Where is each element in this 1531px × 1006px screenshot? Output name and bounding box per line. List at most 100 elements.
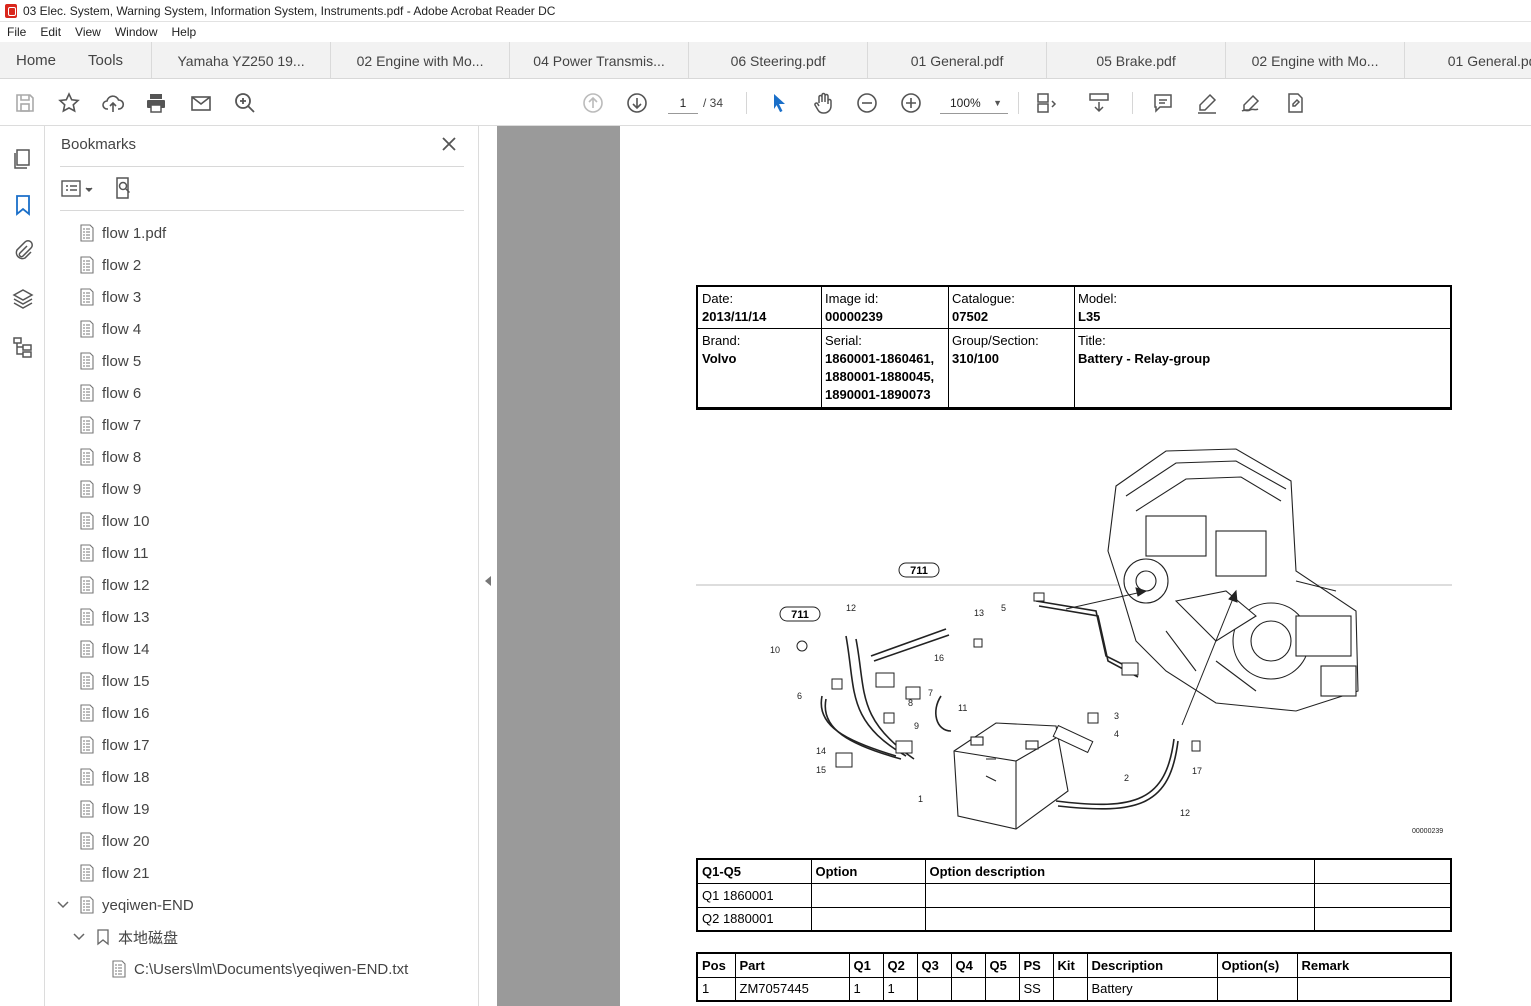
bookmark-item[interactable]: flow 2 [46, 249, 478, 281]
table-cell: Q1 1860001 [696, 882, 812, 908]
bookmark-icon[interactable] [10, 192, 36, 218]
catalogue-header-table: Date: 2013/11/14 Image id: 00000239 Catalo… [696, 285, 1452, 410]
bookmark-item[interactable]: flow 19 [46, 793, 478, 825]
doc-tab[interactable]: 01 General.pdf [1404, 42, 1531, 78]
email-icon[interactable] [188, 90, 214, 116]
attachment-icon[interactable] [10, 238, 36, 264]
bookmark-label: flow 12 [102, 576, 150, 594]
bookmark-item[interactable]: flow 12 [46, 569, 478, 601]
table-header-cell: Q5 [984, 952, 1020, 978]
bookmark-item[interactable]: flow 21 [46, 857, 478, 889]
bookmark-item[interactable]: flow 11 [46, 537, 478, 569]
select-cursor-icon[interactable] [766, 90, 792, 116]
zoom-in-icon[interactable] [898, 90, 924, 116]
tab-tools[interactable]: Tools [72, 42, 151, 78]
comment-icon[interactable] [1150, 90, 1176, 116]
menu-edit[interactable]: Edit [33, 25, 68, 39]
chevron-down-icon[interactable] [72, 930, 86, 944]
page-display-icon[interactable] [1034, 90, 1060, 116]
part-label: 16 [934, 653, 944, 663]
page-bookmark-icon [78, 576, 96, 594]
menu-window[interactable]: Window [108, 25, 165, 39]
page-bookmark-icon [78, 736, 96, 754]
panel-splitter[interactable] [478, 126, 497, 1006]
page-number-input[interactable]: 1 [668, 92, 698, 114]
sign-icon[interactable] [1238, 90, 1264, 116]
zoom-out-icon[interactable] [854, 90, 880, 116]
serial-cell: Serial: 1860001-1860461, 1880001-1880045, 1… [825, 333, 935, 402]
doc-tab[interactable]: 04 Power Transmis... [509, 42, 688, 78]
bookmark-item[interactable]: 本地磁盘 [46, 921, 478, 953]
doc-tab[interactable]: 05 Brake.pdf [1046, 42, 1225, 78]
bookmark-label: flow 8 [102, 448, 142, 466]
option-table: Q1-Q5 Option Option description Q1 18600… [696, 858, 1452, 932]
table-header-cell: Q1-Q5 [696, 858, 812, 884]
page-bookmark-icon [78, 320, 96, 338]
doc-tab[interactable]: 02 Engine with Mo... [330, 42, 509, 78]
bookmark-item[interactable]: flow 5 [46, 345, 478, 377]
upload-cloud-icon[interactable] [100, 90, 126, 116]
bookmark-item[interactable]: flow 3 [46, 281, 478, 313]
bookmark-item[interactable]: yeqiwen-END [46, 889, 478, 921]
table-header-cell: Kit [1052, 952, 1088, 978]
structure-tree-icon[interactable] [10, 334, 36, 360]
svg-text:711: 711 [910, 565, 928, 577]
bookmark-item[interactable]: flow 16 [46, 697, 478, 729]
doc-tab[interactable]: Yamaha YZ250 19... [151, 42, 330, 78]
bookmark-item[interactable]: flow 8 [46, 441, 478, 473]
bookmark-item[interactable]: flow 4 [46, 313, 478, 345]
doc-tab[interactable]: 06 Steering.pdf [688, 42, 867, 78]
bookmark-label: flow 2 [102, 256, 142, 274]
star-icon[interactable] [56, 90, 82, 116]
layers-icon[interactable] [10, 286, 36, 312]
table-row: Q1 1860001 [696, 882, 1452, 908]
bookmark-options-button[interactable] [61, 178, 95, 200]
table-header-cell: Q4 [950, 952, 986, 978]
table-header-cell: Option(s) [1216, 952, 1298, 978]
menu-file[interactable]: File [0, 25, 33, 39]
table-header-cell: PS [1018, 952, 1054, 978]
divider [60, 166, 464, 167]
collapse-arrow-icon[interactable] [485, 576, 491, 586]
bookmark-item[interactable]: flow 20 [46, 825, 478, 857]
bookmark-item[interactable]: flow 10 [46, 505, 478, 537]
highlight-pen-icon[interactable] [1194, 90, 1220, 116]
engine-illustration [1107, 448, 1359, 712]
page-thumbnails-icon[interactable] [10, 146, 36, 172]
table-cell [950, 976, 986, 1002]
print-icon[interactable] [143, 90, 169, 116]
bookmark-item[interactable]: flow 18 [46, 761, 478, 793]
bookmark-label: flow 19 [102, 800, 150, 818]
navigation-rail [0, 126, 45, 1006]
table-cell [924, 906, 1315, 932]
bookmark-item[interactable]: C:\Users\lm\Documents\yeqiwen-END.txt [46, 953, 478, 985]
menu-view[interactable]: View [68, 25, 108, 39]
group-section-cell: Group/Section: 310/100 [952, 333, 1039, 366]
hand-tool-icon[interactable] [810, 90, 836, 116]
bookmark-item[interactable]: flow 17 [46, 729, 478, 761]
doc-tab[interactable]: 01 General.pdf [867, 42, 1046, 78]
save-icon[interactable] [12, 90, 38, 116]
find-bookmark-icon[interactable] [112, 176, 136, 200]
bookmark-item[interactable]: flow 9 [46, 473, 478, 505]
next-page-icon[interactable] [624, 90, 650, 116]
scroll-mode-icon[interactable] [1086, 90, 1112, 116]
bookmark-item[interactable]: flow 6 [46, 377, 478, 409]
bookmark-item[interactable]: flow 13 [46, 601, 478, 633]
bookmark-item[interactable]: flow 1.pdf [46, 217, 478, 249]
previous-page-icon[interactable] [580, 90, 606, 116]
table-header-cell: Description [1086, 952, 1218, 978]
search-icon[interactable] [232, 90, 258, 116]
bookmark-label: flow 14 [102, 640, 150, 658]
bookmark-item[interactable]: flow 14 [46, 633, 478, 665]
doc-tab[interactable]: 02 Engine with Mo... [1225, 42, 1404, 78]
zoom-level-select[interactable]: 100% ▼ [940, 92, 1008, 114]
bookmark-item[interactable]: flow 7 [46, 409, 478, 441]
tab-home[interactable]: Home [0, 42, 72, 78]
chevron-down-icon[interactable] [56, 898, 70, 912]
share-edit-icon[interactable] [1282, 90, 1308, 116]
menu-help[interactable]: Help [165, 25, 204, 39]
table-header-cell: Q1 [848, 952, 884, 978]
bookmark-item[interactable]: flow 15 [46, 665, 478, 697]
close-icon[interactable] [439, 134, 459, 154]
